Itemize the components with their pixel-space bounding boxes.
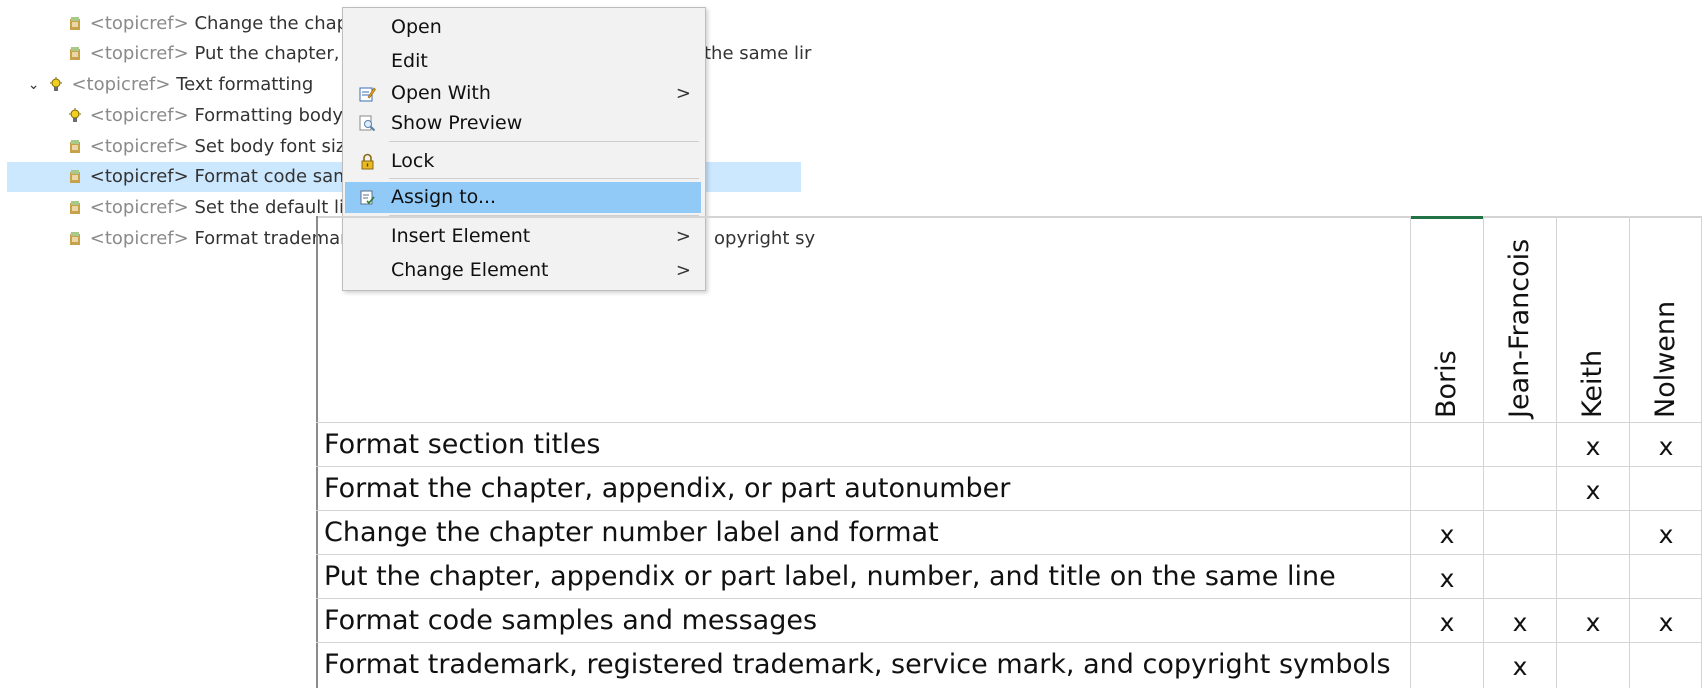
assignment-cell[interactable]: x: [1630, 425, 1702, 468]
tree-item-label: Set the default line: [194, 197, 367, 218]
topic-icon: [69, 140, 80, 153]
assignment-cell[interactable]: [1411, 425, 1483, 468]
assignment-cell[interactable]: x: [1411, 557, 1483, 600]
tree-item-label: Formatting body t: [194, 105, 356, 126]
task-cell[interactable]: Format trademark, registered trademark, …: [324, 643, 1391, 686]
task-cell[interactable]: Change the chapter number label and form…: [324, 511, 939, 554]
menu-item-edit[interactable]: Edit: [345, 46, 701, 77]
menu-item-lock[interactable]: Lock: [345, 146, 701, 177]
chevron-right-icon: >: [675, 83, 691, 104]
tree-item-tag: <topicref>: [89, 197, 189, 218]
open-with-icon: [359, 87, 376, 102]
tree-item-label: Change the chapte: [194, 13, 367, 34]
sheet-left-border: [316, 216, 318, 688]
tree-item-tag: <topicref>: [89, 166, 189, 187]
selected-column-indicator: [1411, 216, 1484, 219]
topic-icon: [69, 232, 80, 245]
assignment-cell[interactable]: [1557, 645, 1629, 688]
menu-item-open-with[interactable]: Open With >: [345, 78, 701, 109]
assign-icon: [360, 190, 375, 205]
tree-item-tag: <topicref>: [89, 13, 189, 34]
assignment-cell[interactable]: [1484, 513, 1556, 556]
assignment-cell[interactable]: [1411, 645, 1483, 688]
topic-icon: [69, 170, 80, 183]
menu-item-label: Edit: [391, 50, 428, 72]
sheet-top-border: [316, 216, 1702, 218]
menu-item-label: Lock: [391, 150, 435, 172]
assignment-cell[interactable]: [1557, 513, 1629, 556]
assignment-cell[interactable]: x: [1484, 601, 1556, 644]
assignment-cell[interactable]: x: [1630, 601, 1702, 644]
lightbulb-icon: [50, 77, 63, 91]
task-cell[interactable]: Format the chapter, appendix, or part au…: [324, 467, 1010, 510]
tree-item-tag: <topicref>: [89, 136, 189, 157]
assignment-cell[interactable]: [1557, 557, 1629, 600]
lock-icon: [361, 153, 374, 170]
assignment-cell[interactable]: [1630, 645, 1702, 688]
tree-item-label: Format code samp: [194, 166, 363, 187]
assignment-cell[interactable]: [1484, 425, 1556, 468]
menu-separator: [389, 141, 699, 142]
assignment-cell[interactable]: [1411, 469, 1483, 512]
assignment-cell[interactable]: [1630, 557, 1702, 600]
tree-item-label: Text formatting: [176, 74, 314, 95]
task-cell[interactable]: Put the chapter, appendix or part label,…: [324, 555, 1336, 598]
tree-item-label-tail: the same lir: [704, 43, 812, 64]
menu-item-label: Show Preview: [391, 112, 523, 134]
menu-item-open[interactable]: Open: [345, 12, 701, 43]
assignment-cell[interactable]: x: [1557, 425, 1629, 468]
assignment-cell[interactable]: x: [1557, 469, 1629, 512]
tree-item-label: Set body font sizes: [194, 136, 366, 157]
topic-icon: [69, 201, 80, 214]
tree-item-tag: <topicref>: [89, 105, 189, 126]
menu-item-show-preview[interactable]: Show Preview: [345, 108, 701, 139]
menu-item-label: Open With: [391, 82, 491, 104]
assignment-cell[interactable]: x: [1411, 601, 1483, 644]
menu-separator: [389, 178, 699, 179]
menu-item-assign-to[interactable]: Assign to...: [345, 182, 701, 213]
assignment-cell[interactable]: x: [1411, 513, 1483, 556]
assignment-cell[interactable]: [1484, 469, 1556, 512]
tree-item-tag: <topicref>: [71, 74, 171, 95]
topic-icon: [69, 47, 80, 60]
chevron-down-icon[interactable]: ⌄: [28, 70, 44, 100]
task-cell[interactable]: Format section titles: [324, 423, 600, 466]
assignment-sheet: Boris Jean-Francois Keith Nolwenn Format…: [316, 216, 1702, 688]
assignment-cell[interactable]: x: [1557, 601, 1629, 644]
assignment-cell[interactable]: [1630, 469, 1702, 512]
task-cell[interactable]: Format code samples and messages: [324, 599, 817, 642]
preview-icon: [359, 115, 376, 132]
column-header-nolwenn[interactable]: Nolwenn: [1650, 301, 1702, 418]
topic-icon: [69, 17, 80, 30]
assignment-cell[interactable]: x: [1630, 513, 1702, 556]
assignment-cell[interactable]: x: [1484, 645, 1556, 688]
menu-item-label: Assign to...: [391, 186, 497, 208]
tree-item-tag: <topicref>: [89, 228, 189, 249]
tree-item-tag: <topicref>: [89, 43, 189, 64]
lightbulb-icon: [68, 108, 81, 122]
menu-item-label: Open: [391, 16, 442, 38]
assignment-cell[interactable]: [1484, 557, 1556, 600]
